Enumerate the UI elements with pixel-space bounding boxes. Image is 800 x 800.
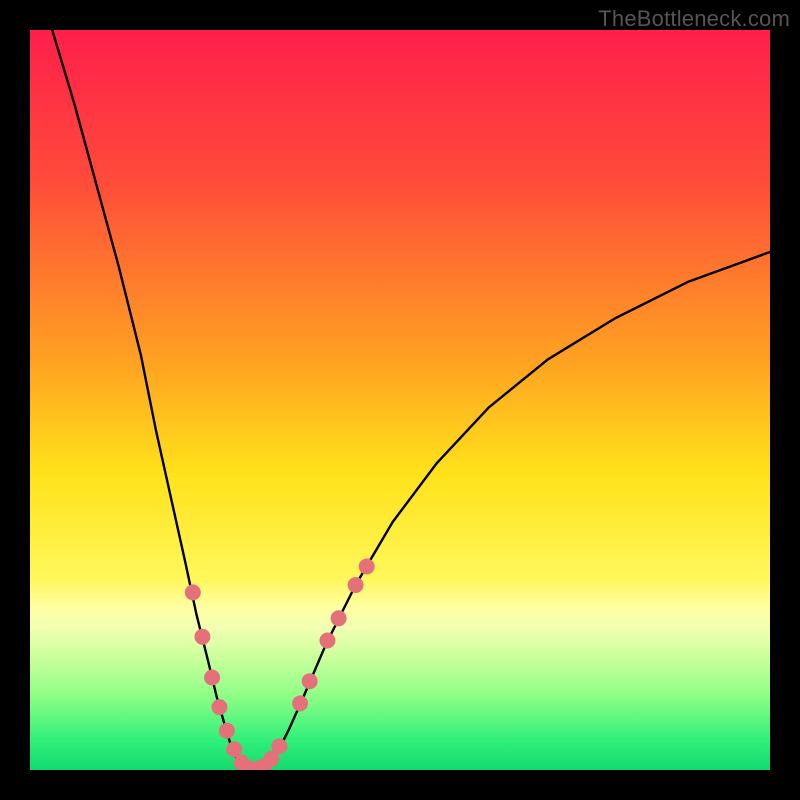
gradient-background bbox=[30, 30, 770, 770]
marker-dot bbox=[194, 629, 210, 645]
watermark-text: TheBottleneck.com bbox=[598, 6, 790, 32]
marker-dot bbox=[271, 738, 287, 754]
marker-dot bbox=[302, 673, 318, 689]
marker-dot bbox=[204, 670, 220, 686]
plot-area bbox=[30, 30, 770, 770]
marker-dot bbox=[185, 584, 201, 600]
marker-dot bbox=[331, 610, 347, 626]
chart-svg bbox=[30, 30, 770, 770]
marker-dot bbox=[292, 695, 308, 711]
marker-dot bbox=[211, 699, 227, 715]
marker-dot bbox=[219, 723, 235, 739]
chart-frame: TheBottleneck.com bbox=[0, 0, 800, 800]
marker-dot bbox=[359, 559, 375, 575]
marker-dot bbox=[348, 577, 364, 593]
marker-dot bbox=[319, 633, 335, 649]
